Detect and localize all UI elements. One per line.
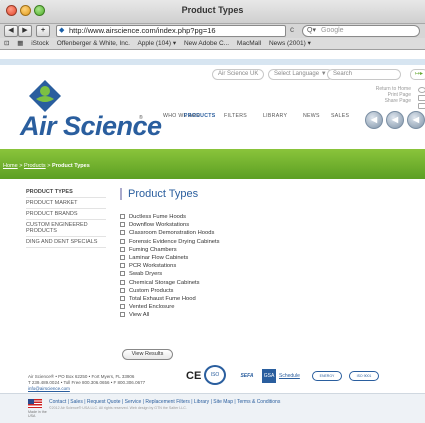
sidebar-item-product-market[interactable]: PRODUCT MARKET [26, 198, 106, 209]
sidebar-item-custom-engineered[interactable]: CUSTOM ENGINEERED PRODUCTS [26, 220, 106, 237]
address-bar[interactable]: ◆ http://www.airscience.com/index.php?pg… [56, 25, 286, 37]
bookmark-item[interactable]: Offenberger & White, Inc. [57, 40, 130, 47]
schedule-badge-icon: Schedule [279, 373, 300, 379]
share-icon[interactable] [418, 103, 425, 109]
rss-icon[interactable]: ↦▸ [410, 69, 425, 80]
carousel-prev-icon[interactable]: ◀ [365, 111, 383, 129]
gsa-badge-icon: GSA [262, 369, 276, 383]
trademark-mark: ® [139, 115, 143, 121]
browser-window: Product Types ◀ ▶ + ◆ http://www.airscie… [0, 0, 425, 423]
back-button[interactable]: ◀ [4, 25, 18, 37]
list-item[interactable]: Classroom Demonstration Hoods [120, 229, 220, 237]
list-item[interactable]: PCR Workstations [120, 262, 220, 270]
breadcrumb: Home > Products > Product Types [3, 163, 90, 169]
breadcrumb-current: Product Types [51, 163, 90, 169]
list-item[interactable]: Laminar Flow Cabinets [120, 254, 220, 262]
bookmark-item[interactable]: News (2001) ▾ [269, 40, 311, 47]
site-favicon-icon: ◆ [59, 27, 65, 34]
title-bar: Product Types [0, 0, 425, 24]
checkbox[interactable] [120, 312, 125, 318]
checkbox[interactable] [120, 287, 125, 293]
list-item[interactable]: Total Exhaust Fume Hood [120, 295, 220, 303]
add-bookmark-button[interactable]: + [36, 25, 50, 37]
address-bar-url: http://www.airscience.com/index.php?pg=1… [69, 26, 216, 35]
iso-badge-icon: ISO [204, 365, 226, 385]
sidebar: PRODUCT TYPES PRODUCT MARKET PRODUCT BRA… [26, 187, 106, 248]
air-science-logo-icon[interactable] [28, 79, 62, 113]
company-address: Air Science® • PO Box 62250 • Fort Myers… [28, 374, 146, 392]
list-item[interactable]: Swab Dryers [120, 270, 220, 278]
search-placeholder: Google [321, 27, 344, 34]
forward-button[interactable]: ▶ [18, 25, 32, 37]
sefa-badge-icon: SEFA [240, 373, 254, 379]
checkbox[interactable] [120, 263, 125, 269]
view-results-button[interactable]: View Results [122, 349, 173, 360]
checkbox[interactable] [120, 222, 125, 228]
home-icon[interactable] [418, 87, 425, 93]
bookmarks-bar: ⊡ ▦ iStock Offenberger & White, Inc. App… [0, 38, 425, 50]
bookmark-item[interactable]: iStock [31, 40, 49, 47]
made-in-usa-label: Made in the USA [28, 410, 47, 418]
sidebar-item-ding-and-dent[interactable]: DING AND DENT SPECIALS [26, 237, 106, 248]
checkbox[interactable] [120, 279, 125, 285]
email-link[interactable]: info@airscience.com [28, 386, 145, 392]
copyright-text: ©2012 Air Science® USA LLC. All rights r… [49, 406, 187, 410]
checkbox[interactable] [120, 295, 125, 301]
carousel-play-icon[interactable]: ◀ [386, 111, 404, 129]
reload-icon[interactable]: c [290, 25, 294, 34]
nav-library[interactable]: LIBRARY [263, 113, 287, 119]
nav-news[interactable]: NEWS [303, 113, 320, 119]
list-item[interactable]: Custom Products [120, 287, 220, 295]
carousel-next-icon[interactable]: ◀ [407, 111, 425, 129]
sidebar-item-product-brands[interactable]: PRODUCT BRANDS [26, 209, 106, 220]
list-item[interactable]: View All [120, 311, 220, 319]
share-page-link[interactable]: Share Page [385, 98, 411, 104]
search-icon: Q▾ [307, 27, 316, 34]
nav-sales[interactable]: SALES [331, 113, 349, 119]
list-item[interactable]: Fuming Chambers [120, 246, 220, 254]
energy-badge-icon: ENERGY [312, 371, 342, 381]
breadcrumb-home[interactable]: Home [3, 163, 18, 169]
sidebar-item-product-types[interactable]: PRODUCT TYPES [26, 187, 106, 198]
nav-filters[interactable]: FILTERS [224, 113, 247, 119]
nav-products[interactable]: PRODUCTS [184, 113, 216, 119]
checkbox[interactable] [120, 230, 125, 236]
reading-list-icon[interactable]: ⊡ [4, 40, 9, 47]
checkbox[interactable] [120, 254, 125, 260]
product-type-checklist: Ductless Fume Hoods Downflow Workstation… [120, 213, 220, 319]
ce-badge-icon: CE [186, 370, 202, 382]
usa-flag-icon [28, 399, 42, 408]
page-title: Product Types [120, 188, 198, 200]
checkbox[interactable] [120, 304, 125, 310]
web-page: Air Science ® Air Science UK Select Lang… [0, 51, 425, 423]
breadcrumb-products[interactable]: Products [24, 163, 46, 169]
iso-9001-badge-icon: ISO 9001 [349, 371, 379, 381]
checkbox[interactable] [120, 246, 125, 252]
site-search-input[interactable]: Search [327, 69, 401, 80]
list-item[interactable]: Forensic Evidence Drying Cabinets [120, 238, 220, 246]
list-item[interactable]: Downflow Workstations [120, 221, 220, 229]
bookmark-item[interactable]: MacMall [237, 40, 261, 47]
list-item[interactable]: Ductless Fume Hoods [120, 213, 220, 221]
checkbox[interactable] [120, 238, 125, 244]
region-select[interactable]: Air Science UK [212, 69, 265, 80]
list-item[interactable]: Chemical Storage Cabinets [120, 279, 220, 287]
language-select[interactable]: Select Language ▼ [268, 69, 333, 80]
list-item[interactable]: Vented Enclosure [120, 303, 220, 311]
print-icon[interactable] [418, 95, 425, 101]
browser-search-input[interactable]: Q▾ Google [302, 25, 420, 37]
bookmark-item[interactable]: Apple (104) ▾ [137, 40, 176, 47]
top-stripe [0, 59, 425, 65]
browser-toolbar: ◀ ▶ + ◆ http://www.airscience.com/index.… [0, 24, 425, 38]
checkbox[interactable] [120, 271, 125, 277]
window-title: Product Types [181, 5, 244, 15]
checkbox[interactable] [120, 214, 125, 219]
top-sites-icon[interactable]: ▦ [17, 40, 23, 47]
bookmark-item[interactable]: New Adobe C... [184, 40, 229, 47]
footer-links[interactable]: Contact | Sales | Request Quote | Servic… [49, 399, 280, 405]
